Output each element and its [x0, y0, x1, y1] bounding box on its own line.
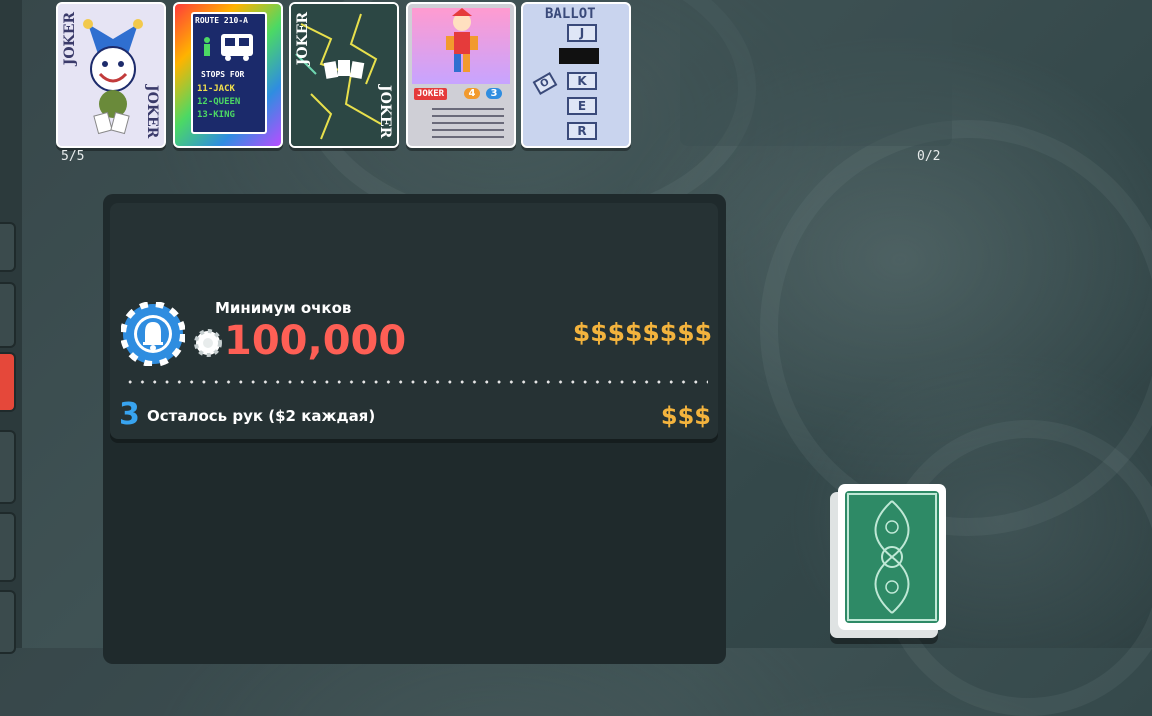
person-icon	[204, 37, 210, 56]
hands-left-count: 3	[119, 397, 140, 432]
left-panel-tab[interactable]	[0, 512, 16, 582]
joker-mirror-text: JOKER	[144, 84, 160, 138]
ballot-letter: E	[567, 97, 597, 115]
required-score: 100,000	[224, 318, 407, 364]
left-panel-red-button[interactable]	[0, 352, 16, 412]
joker-number-blue: 3	[486, 88, 502, 99]
ballot-letter: O	[532, 72, 558, 95]
joker-tag: JOKER	[414, 88, 448, 100]
joker-card-5[interactable]: BALLOT J O K E R	[521, 2, 631, 148]
left-panel-tab[interactable]	[0, 222, 16, 272]
clown-icon	[446, 8, 478, 72]
boss-blind-chip-icon	[121, 302, 185, 366]
hands-left-label: Осталось рук ($2 каждая)	[147, 407, 376, 425]
joker-side-text: JOKER	[62, 12, 78, 66]
consumable-area	[680, 0, 952, 146]
divider-dots	[124, 378, 708, 386]
ballot-letter: R	[567, 122, 597, 140]
bus-stop-line: 12-QUEEN	[197, 97, 241, 107]
minimum-score-label: Минимум очков	[215, 299, 352, 317]
ballot-letter: K	[567, 72, 597, 90]
consumable-count: 0/2	[917, 149, 941, 164]
bus-stop-line: 13-KING	[197, 110, 235, 120]
left-panel-tab[interactable]	[0, 430, 16, 504]
deck-ornament-icon	[847, 493, 937, 621]
ballot-slot	[559, 48, 599, 64]
ballot-title: BALLOT	[545, 6, 596, 22]
bus-icon	[221, 34, 253, 61]
bus-stops-label: STOPS FOR	[201, 70, 245, 79]
joker-card-2[interactable]: ROUTE 210-A STOPS FOR 11-JACK 12-QUEEN 1…	[173, 2, 283, 148]
bus-stop-line: 11-JACK	[197, 84, 235, 94]
joker-card-4[interactable]: JOKER 4 3	[406, 2, 516, 148]
deck-back-pattern	[845, 491, 939, 623]
joker-card-3[interactable]: JOKER JOKER	[289, 2, 399, 148]
joker-card-1[interactable]: JOKER JOKER	[56, 2, 166, 148]
joker-side-text: JOKER	[295, 12, 311, 66]
joker-number-orange: 4	[464, 88, 480, 99]
bus-route-title: ROUTE 210-A	[195, 16, 248, 25]
ballot-letter: J	[567, 24, 597, 42]
score-chip-icon	[194, 329, 222, 357]
joker-count: 5/5	[61, 149, 85, 164]
joker-text-lines	[432, 108, 504, 138]
blind-reward: $$$$$$$$	[572, 318, 712, 347]
left-panel-tab[interactable]	[0, 590, 16, 654]
joker-mirror-text: JOKER	[377, 84, 393, 138]
hands-reward: $$$	[660, 402, 711, 430]
left-panel-tab[interactable]	[0, 282, 16, 348]
